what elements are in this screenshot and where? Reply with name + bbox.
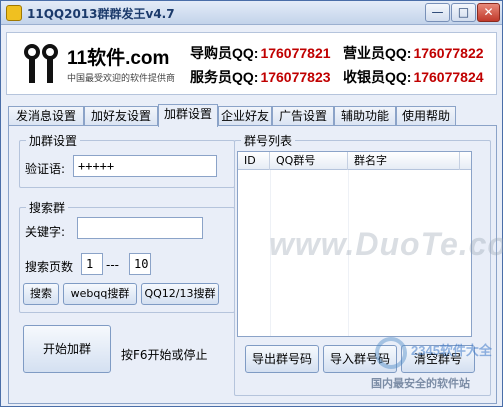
tab-enterprise-friends[interactable]: 企业好友 (218, 106, 272, 126)
contact-label: 收银员QQ: (343, 69, 412, 85)
tab-send-message-settings[interactable]: 发消息设置 (8, 106, 84, 126)
column-header-group-number[interactable]: QQ群号 (270, 152, 348, 170)
tab-auxiliary[interactable]: 辅助功能 (334, 106, 396, 126)
contact-label: 服务员QQ: (190, 69, 259, 85)
contact-number: 176077823 (260, 69, 331, 85)
contact-service: 服务员QQ: 176077823 (190, 67, 331, 87)
watermark-duote: www.DuoTe.com (269, 226, 503, 262)
page-to-input[interactable]: 10 (129, 253, 151, 275)
search-pages-label: 搜索页数 (25, 260, 74, 274)
qq1213-search-button[interactable]: QQ12/13搜群 (141, 283, 219, 305)
tab-add-friend-settings[interactable]: 加好友设置 (84, 106, 158, 126)
corner-watermark-text: 国内最安全的软件站 (371, 377, 470, 390)
svg-text:2345软件大全: 2345软件大全 (411, 343, 493, 358)
app-icon (6, 5, 22, 21)
page-from-input[interactable]: 1 (81, 253, 103, 275)
search-group-legend: 搜索群 (29, 201, 66, 215)
verify-message-input[interactable]: +++++ (73, 155, 217, 177)
close-button[interactable]: ✕ (477, 3, 500, 22)
app-window: 11QQ2013群群发王v4.7 — □ ✕ 11软件.com 中国最受欢迎的软… (0, 0, 503, 407)
group-list-header: ID QQ群号 群名字 (238, 152, 471, 170)
keyword-label: 关键字: (25, 225, 66, 239)
contact-number: 176077824 (413, 69, 484, 85)
shortcut-hint: 按F6开始或停止 (121, 348, 208, 362)
contact-cashier: 收银员QQ: 176077824 (343, 67, 484, 87)
search-button[interactable]: 搜索 (23, 283, 59, 305)
minimize-button[interactable]: — (425, 3, 450, 22)
maximize-button[interactable]: □ (451, 3, 476, 22)
column-header-id[interactable]: ID (238, 152, 270, 170)
contact-shopping-guide: 导购员QQ: 176077821 (190, 43, 331, 63)
tab-add-group-settings[interactable]: 加群设置 (158, 104, 218, 127)
export-group-numbers-button[interactable]: 导出群号码 (245, 345, 319, 373)
contact-label: 营业员QQ: (343, 45, 412, 61)
tab-ad-settings[interactable]: 广告设置 (272, 106, 334, 126)
contact-label: 导购员QQ: (190, 45, 259, 61)
webqq-search-button[interactable]: webqq搜群 (63, 283, 137, 305)
logo-text: 11软件.com (67, 48, 170, 69)
page-range-separator: --- (106, 258, 119, 272)
contact-number: 176077822 (413, 45, 484, 61)
add-group-settings-legend: 加群设置 (29, 134, 78, 148)
tab-help[interactable]: 使用帮助 (396, 106, 456, 126)
contact-number: 176077821 (260, 45, 331, 61)
group-list-legend: 群号列表 (244, 134, 293, 148)
logo-subtitle: 中国最受欢迎的软件提供商 (67, 74, 176, 84)
vendor-banner: 11软件.com 中国最受欢迎的软件提供商 导购员QQ: 176077821 营业… (6, 32, 497, 95)
keyword-input[interactable] (77, 217, 203, 239)
start-add-group-button[interactable]: 开始加群 (23, 325, 111, 373)
column-header-group-name[interactable]: 群名字 (348, 152, 460, 170)
logo-icon (24, 44, 58, 83)
title-bar[interactable]: 11QQ2013群群发王v4.7 — □ ✕ (1, 1, 502, 25)
window-title: 11QQ2013群群发王v4.7 (27, 7, 175, 21)
verify-label: 验证语: (25, 162, 66, 176)
contact-sales: 营业员QQ: 176077822 (343, 43, 484, 63)
